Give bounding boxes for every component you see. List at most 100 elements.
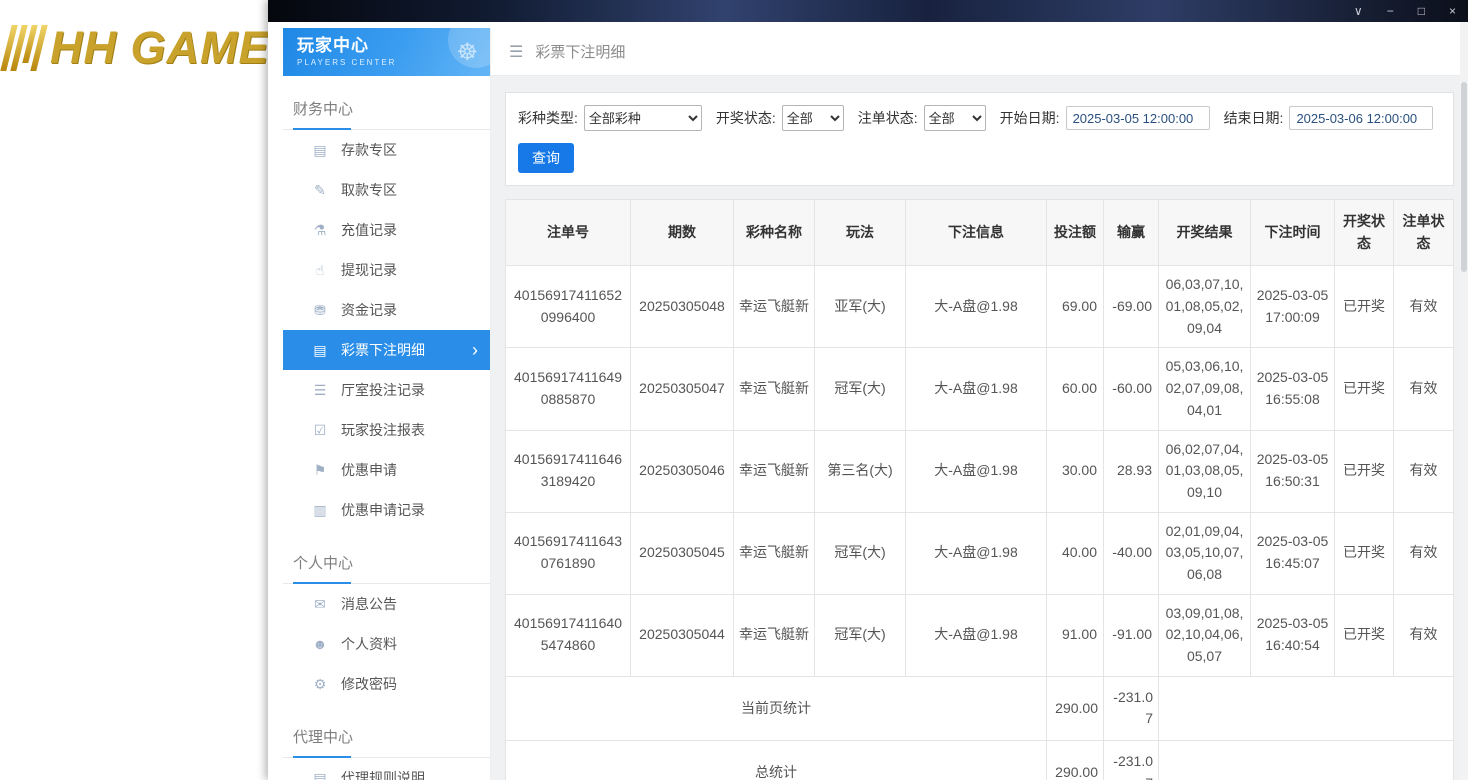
user-icon: ☻: [311, 636, 329, 652]
summary-row: 当前页统计290.00-231.07: [506, 676, 1454, 740]
table-cell: 大-A盘@1.98: [906, 594, 1047, 676]
table-cell: 28.93: [1104, 430, 1159, 512]
table-cell: 30.00: [1047, 430, 1104, 512]
sidebar-subtitle: PLAYERS CENTER: [297, 58, 396, 67]
table-cell: 06,02,07,04,01,03,08,05,09,10: [1159, 430, 1251, 512]
table-row: 40156917411640547486020250305044幸运飞艇新冠军(…: [506, 594, 1454, 676]
table-header-cell: 期数: [631, 200, 734, 266]
summary-row: 总统计290.00-231.07: [506, 741, 1454, 780]
lottery-type-select[interactable]: 全部彩种: [584, 105, 702, 131]
table-cell: 69.00: [1047, 266, 1104, 348]
brand-logo: HH GAME: [6, 22, 268, 74]
sidebar-item-promo-apply[interactable]: ⚑优惠申请: [283, 450, 490, 490]
sidebar-item-hall-bet-record[interactable]: ☰厅室投注记录: [283, 370, 490, 410]
table-cell: 60.00: [1047, 348, 1104, 430]
table-row: 40156917411643076189020250305045幸运飞艇新冠军(…: [506, 512, 1454, 594]
sidebar-item-recharge-record[interactable]: ⚗充值记录: [283, 210, 490, 250]
sidebar-item-label: 消息公告: [341, 594, 397, 614]
table-cell: 已开奖: [1335, 594, 1394, 676]
summary-winloss-total: -231.07: [1104, 741, 1159, 780]
sidebar-item-promo-apply-record[interactable]: ▥优惠申请记录: [283, 490, 490, 530]
table-cell: 有效: [1394, 512, 1454, 594]
sidebar-header: 玩家中心 PLAYERS CENTER ☸: [283, 28, 490, 76]
table-cell: 有效: [1394, 430, 1454, 512]
table-cell: 20250305047: [631, 348, 734, 430]
sidebar-header-text: 玩家中心 PLAYERS CENTER: [297, 37, 396, 67]
withdraw-icon: ✎: [311, 182, 329, 199]
table-cell: 20250305044: [631, 594, 734, 676]
summary-empty-cell: [1159, 741, 1454, 780]
sidebar-section-title: 财务中心: [283, 90, 490, 130]
sidebar-item-funds-record[interactable]: ⛃资金记录: [283, 290, 490, 330]
sidebar-item-player-bet-report[interactable]: ☑ 玩家投注报表: [283, 410, 490, 450]
table-cell: 幸运飞艇新: [734, 512, 815, 594]
table-cell: 2025-03-05 16:40:54: [1251, 594, 1335, 676]
start-date-label: 开始日期:: [1000, 108, 1060, 128]
lottery-type-label: 彩种类型:: [518, 108, 578, 128]
window-titlebar: ∨ − □ ×: [268, 0, 1468, 22]
table-cell: 40.00: [1047, 512, 1104, 594]
sidebar-item-document[interactable]: ▤代理规则说明: [283, 758, 490, 780]
table-cell: 20250305048: [631, 266, 734, 348]
window-maximize-button[interactable]: □: [1418, 5, 1425, 17]
draw-status-select[interactable]: 全部: [782, 105, 844, 131]
table-header-cell: 注单状态: [1394, 200, 1454, 266]
table-cell: 幸运飞艇新: [734, 430, 815, 512]
table-cell: 02,01,09,04,03,05,10,07,06,08: [1159, 512, 1251, 594]
table-header-cell: 玩法: [815, 200, 906, 266]
table-cell: 401569174116430761890: [506, 512, 631, 594]
players-center-icon: ☸: [456, 38, 478, 67]
table-cell: 冠军(大): [815, 594, 906, 676]
main-area: ☰ 彩票下注明细 彩种类型: 全部彩种 开奖状态: 全部 注单状态:: [491, 28, 1468, 780]
sidebar-item-label: 取款专区: [341, 180, 397, 200]
window-close-button[interactable]: ×: [1449, 5, 1456, 17]
sidebar-item-withdrawal-record[interactable]: ☝提现记录: [283, 250, 490, 290]
sidebar-item-withdraw[interactable]: ✎ 取款专区: [283, 170, 490, 210]
table-cell: 幸运飞艇新: [734, 266, 815, 348]
sidebar-item-label: 玩家投注报表: [341, 420, 425, 440]
sidebar-item-label: 代理规则说明: [341, 768, 425, 780]
sidebar-item-label: 提现记录: [341, 260, 397, 280]
player-bet-report-icon: ☑: [311, 422, 329, 439]
sidebar-item-lottery-bet-detail[interactable]: ▤彩票下注明细›: [283, 330, 490, 370]
page-title: 彩票下注明细: [535, 41, 625, 62]
desktop-background: HH GAME: [0, 0, 268, 780]
sidebar-item-bell[interactable]: ✉ 消息公告: [283, 584, 490, 624]
window-scrollbar[interactable]: [1460, 22, 1468, 780]
sidebar-item-label: 存款专区: [341, 140, 397, 160]
logo-text: HH GAME: [50, 22, 268, 74]
sidebar-section-title: 代理中心: [283, 718, 490, 758]
menu-toggle-icon[interactable]: ☰: [509, 42, 523, 62]
table-cell: 05,03,06,10,02,07,09,08,04,01: [1159, 348, 1251, 430]
table-cell: 401569174116520996400: [506, 266, 631, 348]
end-date-input[interactable]: [1289, 106, 1433, 130]
hall-bet-record-icon: ☰: [311, 382, 329, 399]
sidebar-item-label: 修改密码: [341, 674, 397, 694]
table-cell: 2025-03-05 16:50:31: [1251, 430, 1335, 512]
table-cell: 大-A盘@1.98: [906, 266, 1047, 348]
lottery-bet-detail-icon: ▤: [311, 342, 329, 359]
table-cell: 大-A盘@1.98: [906, 348, 1047, 430]
table-header-cell: 开奖状态: [1335, 200, 1394, 266]
start-date-input[interactable]: [1066, 106, 1210, 130]
table-cell: -40.00: [1104, 512, 1159, 594]
search-button[interactable]: 查询: [518, 143, 574, 173]
sidebar-item-label: 优惠申请记录: [341, 500, 425, 520]
table-cell: -69.00: [1104, 266, 1159, 348]
bell-icon: ✉: [311, 596, 329, 613]
sidebar-item-label: 充值记录: [341, 220, 397, 240]
bet-status-select[interactable]: 全部: [924, 105, 986, 131]
sidebar-item-user[interactable]: ☻个人资料: [283, 624, 490, 664]
table-header-cell: 输赢: [1104, 200, 1159, 266]
window-dropdown-icon[interactable]: ∨: [1354, 5, 1363, 17]
table-cell: 大-A盘@1.98: [906, 512, 1047, 594]
window-minimize-button[interactable]: −: [1387, 5, 1394, 17]
app-window: ∨ − □ × 玩家中心 PLAYERS CENTER ☸ 财务中心▤存款专区✎…: [268, 0, 1468, 780]
filter-actions: 查询: [518, 143, 1441, 173]
scrollbar-thumb[interactable]: [1461, 82, 1467, 272]
summary-bet-total: 290.00: [1047, 741, 1104, 780]
filter-panel: 彩种类型: 全部彩种 开奖状态: 全部 注单状态: 全部 开始日期:: [505, 92, 1454, 186]
funds-record-icon: ⛃: [311, 302, 329, 319]
sidebar-item-deposit[interactable]: ▤存款专区: [283, 130, 490, 170]
sidebar-item-gear[interactable]: ⚙修改密码: [283, 664, 490, 704]
